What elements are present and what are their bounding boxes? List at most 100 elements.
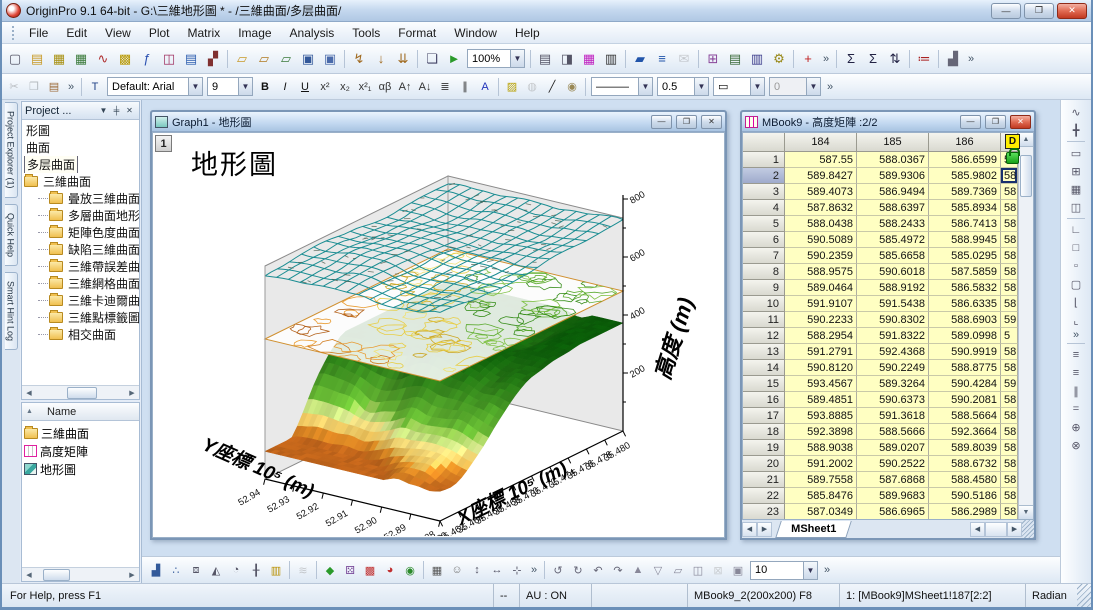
dock-tab-1[interactable]: Quick Help <box>5 204 18 266</box>
open-icon[interactable]: ▱ <box>231 48 253 69</box>
minimize-button[interactable]: — <box>991 3 1021 19</box>
row-header-9[interactable]: 9 <box>743 280 785 296</box>
matrix-cell[interactable]: 589.9306 <box>857 168 929 184</box>
menu-tools[interactable]: Tools <box>343 24 389 42</box>
tree-item-selected[interactable]: 多层曲面 <box>24 156 139 173</box>
layer-single-icon[interactable]: ▭ <box>1066 144 1086 162</box>
matrix-grid[interactable]: 1841851861587.55588.0367586.6599582589.8… <box>743 133 1018 519</box>
matrix-maximize-button[interactable]: ❐ <box>985 115 1006 129</box>
matrix-cell[interactable]: 588.6903 <box>929 312 1001 328</box>
mask-object-icon[interactable]: ☺ <box>447 561 467 579</box>
tree-subfolder[interactable]: 缺陷三維曲面 <box>24 241 139 258</box>
scroll-up-icon[interactable]: ▲ <box>1019 133 1033 147</box>
project-explorer-icon[interactable]: ⊞ <box>702 48 724 69</box>
matrix-cell[interactable]: 586.6965 <box>857 504 929 519</box>
matrix-cell-partial[interactable]: 58 <box>1001 264 1018 280</box>
scatter-chart-icon[interactable]: ∴ <box>166 561 186 579</box>
graph-window[interactable]: Graph1 - 地形圖 — ❐ ✕ 1 地形圖 20040060080035.… <box>150 110 727 540</box>
open-graph-icon[interactable]: ▱ <box>253 48 275 69</box>
results-log-icon[interactable]: ▤ <box>724 48 746 69</box>
lighting-button[interactable]: ◉ <box>562 78 582 96</box>
matrix-cell[interactable]: 587.55 <box>785 152 857 168</box>
matrix-minimize-button[interactable]: — <box>960 115 981 129</box>
maximize-button[interactable]: ❐ <box>1024 3 1054 19</box>
matrix-cell[interactable]: 590.8302 <box>857 312 929 328</box>
toolbar-options-chevron-icon[interactable]: » <box>64 81 78 93</box>
mail-icon[interactable]: ✉ <box>673 48 695 69</box>
scroll-left-icon[interactable]: ◀ <box>22 569 36 581</box>
align-right-objects-icon[interactable]: ≡ <box>1066 364 1086 382</box>
column-chart-icon[interactable]: ▟ <box>146 561 166 579</box>
fill-pattern-select[interactable]: 0▼ <box>769 77 821 96</box>
tree-subfolder[interactable]: 曡放三維曲面 <box>24 190 139 207</box>
graph-close-button[interactable]: ✕ <box>701 115 722 129</box>
menu-edit[interactable]: Edit <box>57 24 96 42</box>
scroll-right-icon[interactable]: ▶ <box>125 387 139 399</box>
matrix-cell-partial[interactable]: 58 <box>1001 456 1018 472</box>
matrix-cell[interactable]: 589.8039 <box>929 440 1001 456</box>
matrix-cell-partial[interactable]: 58 <box>1001 296 1018 312</box>
rotate-mode-icon[interactable]: ▣ <box>728 561 748 579</box>
row-header-20[interactable]: 20 <box>743 456 785 472</box>
sub-superscript-button[interactable]: x²₁ <box>355 78 375 96</box>
matrix-window-titlebar[interactable]: MBook9 - 高度矩陣 :2/2 — ❐ ✕ <box>742 112 1034 132</box>
video-icon[interactable]: ▥ <box>600 48 622 69</box>
frame-left-bottom-icon[interactable]: ∟ <box>1066 221 1086 239</box>
matrix-cell-partial[interactable]: 58 <box>1001 424 1018 440</box>
stock-chart-icon[interactable]: ╂ <box>246 561 266 579</box>
column-header-186[interactable]: 186 <box>929 133 1001 152</box>
matrix-cell[interactable]: 589.8427 <box>785 168 857 184</box>
matrix-cell[interactable]: 593.8885 <box>785 408 857 424</box>
matrix-cell[interactable]: 591.2002 <box>785 456 857 472</box>
distribute-v-icon[interactable]: = <box>1066 400 1086 418</box>
tree-subfolder[interactable]: 矩陣色度曲面 <box>24 224 139 241</box>
3d-pie-icon[interactable]: ◕ <box>380 561 400 579</box>
matrix-cell[interactable]: 590.2081 <box>929 392 1001 408</box>
row-header-3[interactable]: 3 <box>743 184 785 200</box>
menu-matrix[interactable]: Matrix <box>179 24 230 42</box>
edit-page-icon[interactable]: ▰ <box>629 48 651 69</box>
matrix-cell[interactable]: 590.9919 <box>929 344 1001 360</box>
bold-button[interactable]: B <box>255 78 275 96</box>
run-script-icon[interactable]: ► <box>443 48 465 69</box>
script-window-icon[interactable]: ▥ <box>746 48 768 69</box>
import-multiple-ascii-icon[interactable]: ⇊ <box>392 48 414 69</box>
align-left-objects-icon[interactable]: ≡ <box>1066 346 1086 364</box>
frame-plain-icon[interactable]: ▢ <box>1066 275 1086 293</box>
list-horizontal-scrollbar[interactable]: ◀ ▶ <box>22 567 139 581</box>
tree-subfolder[interactable]: 相交曲面 <box>24 326 139 343</box>
font-size-select[interactable]: 9▼ <box>207 77 253 96</box>
new-fit-icon[interactable]: ▞ <box>202 48 224 69</box>
matrix-cell[interactable]: 592.3664 <box>929 424 1001 440</box>
matrix-cell-partial[interactable]: 5 <box>1001 328 1018 344</box>
column-chart-quick-icon[interactable]: ▟ <box>942 48 964 69</box>
tree-subfolder[interactable]: 多層曲面地形 <box>24 207 139 224</box>
panel-pin-icon[interactable]: ╪ <box>110 104 123 117</box>
line-width-select[interactable]: 0.5▼ <box>657 77 709 96</box>
matrix-cell[interactable]: 585.4972 <box>857 232 929 248</box>
matrix-cell[interactable]: 590.8120 <box>785 360 857 376</box>
matrix-cell[interactable]: 588.8775 <box>929 360 1001 376</box>
row-header-14[interactable]: 14 <box>743 360 785 376</box>
toolbar-options-chevron-icon[interactable]: » <box>820 564 834 576</box>
decrease-font-button[interactable]: A↓ <box>415 78 435 96</box>
new-workbook-icon[interactable]: ▦ <box>48 48 70 69</box>
matrix-cell[interactable]: 588.0438 <box>785 216 857 232</box>
increase-font-button[interactable]: A↑ <box>395 78 415 96</box>
mask-region-icon[interactable]: ▦ <box>427 561 447 579</box>
import-ascii-icon[interactable]: ↓ <box>370 48 392 69</box>
matrix-cell[interactable]: 588.4580 <box>929 472 1001 488</box>
matrix-cell[interactable]: 586.6335 <box>929 296 1001 312</box>
matrix-cell[interactable]: 588.6397 <box>857 200 929 216</box>
align-justify-button[interactable]: ∥ <box>455 78 475 96</box>
tab-scroll-left-icon[interactable]: ◀ <box>742 522 757 537</box>
matrix-cell[interactable]: 590.6018 <box>857 264 929 280</box>
matrix-cell-partial[interactable]: 59 <box>1001 376 1018 392</box>
line-color-button[interactable]: ╱ <box>542 78 562 96</box>
font-select[interactable]: Default: Arial▼ <box>107 77 203 96</box>
polar-chart-icon[interactable]: ◔ <box>226 561 246 579</box>
pattern-button[interactable]: ◍ <box>522 78 542 96</box>
row-header-5[interactable]: 5 <box>743 216 785 232</box>
row-header-7[interactable]: 7 <box>743 248 785 264</box>
row-header-11[interactable]: 11 <box>743 312 785 328</box>
